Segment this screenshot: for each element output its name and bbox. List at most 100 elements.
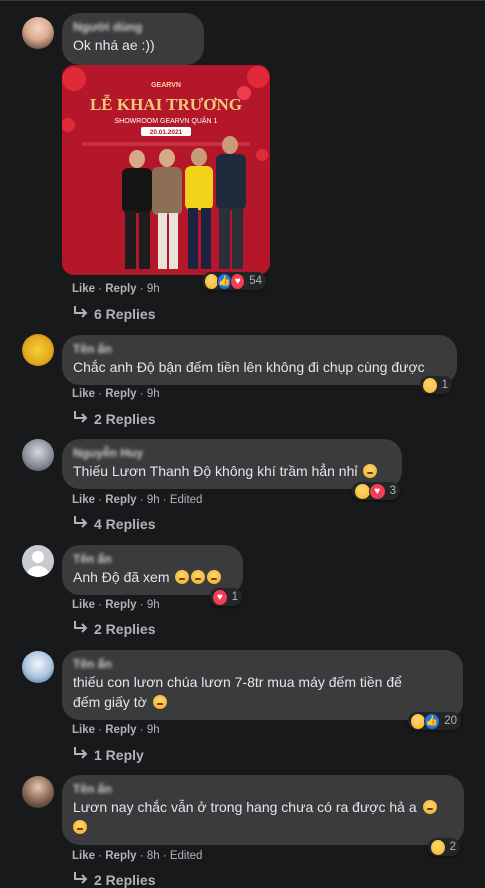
comment-text-line2: đếm giấy tờ — [73, 692, 451, 712]
reply-link[interactable]: Reply — [105, 599, 136, 611]
replies-label: 2 Replies — [94, 621, 156, 637]
like-reaction-icon: 👍 — [424, 712, 441, 730]
reaction-summary[interactable]: 2 — [428, 838, 460, 856]
reply-arrow-icon — [74, 621, 88, 633]
timestamp[interactable]: 9h — [147, 724, 160, 736]
photo-illustration: GEARVN LỄ KHAI TRƯƠNG SHOWROOM GEARVN QU… — [62, 65, 270, 275]
reaction-count: 54 — [249, 275, 262, 287]
commenter-name[interactable]: Nguyễn Huy — [73, 446, 390, 461]
like-link[interactable]: Like — [72, 494, 95, 506]
replies-label: 1 Reply — [94, 747, 144, 763]
like-link[interactable]: Like — [72, 599, 95, 611]
reply-arrow-icon — [74, 411, 88, 423]
comment-text-line1: thiếu con lươn chúa lươn 7-8tr mua máy đ… — [73, 674, 402, 690]
view-replies-link[interactable]: 2 Replies — [72, 620, 155, 637]
tired-face-emoji-icon — [175, 570, 190, 584]
avatar[interactable] — [22, 334, 54, 366]
avatar[interactable] — [22, 776, 54, 808]
edited-label: Edited — [169, 850, 203, 862]
like-link[interactable]: Like — [72, 388, 95, 400]
view-replies-link[interactable]: 6 Replies — [72, 305, 155, 322]
replies-label: 4 Replies — [94, 516, 156, 532]
reaction-count: 20 — [444, 715, 457, 727]
avatar[interactable] — [22, 651, 54, 683]
avatar[interactable] — [22, 545, 54, 577]
commenter-name[interactable]: Người dùng — [73, 20, 192, 35]
photo-subtitle: SHOWROOM GEARVN QUẬN 1 — [115, 116, 218, 125]
timestamp[interactable]: 9h — [147, 388, 160, 400]
photo-brand: GEARVN — [151, 82, 181, 89]
comment-text-line1: Lươn nay chắc vẫn ở trong hang chưa có r… — [73, 797, 452, 817]
divider — [0, 0, 485, 1]
comment-actions: Like · Reply · 9h — [72, 283, 160, 295]
reaction-count: 2 — [449, 841, 456, 853]
view-replies-link[interactable]: 2 Replies — [72, 410, 155, 427]
avatar[interactable] — [22, 17, 54, 49]
reaction-count: 1 — [231, 591, 238, 603]
reply-link[interactable]: Reply — [105, 494, 136, 506]
view-replies-link[interactable]: 1 Reply — [72, 746, 144, 763]
reply-arrow-icon — [74, 872, 88, 884]
replies-label: 2 Replies — [94, 872, 156, 888]
comment-text-line2 — [73, 817, 452, 837]
comment-bubble: Tên ẩn Lươn nay chắc vẫn ở trong hang ch… — [62, 775, 464, 845]
reaction-summary[interactable]: 👍 20 — [408, 712, 461, 730]
rofl-emoji-icon — [363, 464, 378, 478]
like-link[interactable]: Like — [72, 850, 95, 862]
timestamp[interactable]: 9h — [147, 494, 160, 506]
tired-face-emoji-icon — [191, 570, 206, 584]
replies-label: 6 Replies — [94, 306, 156, 322]
comment-text: Anh Độ đã xem — [73, 567, 231, 587]
heart-reaction-icon: ♥ — [212, 588, 228, 606]
reaction-count: 3 — [389, 485, 396, 497]
reply-link[interactable]: Reply — [105, 283, 136, 295]
reply-link[interactable]: Reply — [105, 388, 136, 400]
relieved-emoji-icon — [422, 800, 437, 814]
reply-arrow-icon — [74, 306, 88, 318]
comment-bubble: Tên ẩn thiếu con lươn chúa lươn 7-8tr mu… — [62, 650, 463, 720]
comment-bubble: Người dùng Ok nhá ae :)) — [62, 13, 204, 65]
timestamp[interactable]: 9h — [147, 283, 160, 295]
comment-photo[interactable]: GEARVN LỄ KHAI TRƯƠNG SHOWROOM GEARVN QU… — [62, 65, 270, 275]
comment-actions: Like · Reply · 9h · Edited — [72, 494, 203, 506]
tired-face-emoji-icon — [207, 570, 222, 584]
reply-link[interactable]: Reply — [105, 724, 136, 736]
avatar[interactable] — [22, 439, 54, 471]
comment-text: Ok nhá ae :)) — [73, 37, 155, 53]
reply-arrow-icon — [74, 747, 88, 759]
comment-actions: Like · Reply · 9h — [72, 724, 160, 736]
view-replies-link[interactable]: 4 Replies — [72, 515, 155, 532]
heart-reaction-icon: ♥ — [230, 272, 246, 290]
timestamp[interactable]: 8h — [147, 850, 160, 862]
reaction-summary[interactable]: 1 — [420, 376, 452, 394]
default-avatar-icon — [27, 551, 49, 577]
reaction-summary[interactable]: ♥ 3 — [352, 482, 400, 500]
reply-link[interactable]: Reply — [105, 850, 136, 862]
commenter-name[interactable]: Tên ẩn — [73, 342, 445, 357]
commenter-name[interactable]: Tên ẩn — [73, 782, 452, 797]
comment-actions: Like · Reply · 9h — [72, 599, 160, 611]
commenter-name[interactable]: Tên ẩn — [73, 552, 231, 567]
like-link[interactable]: Like — [72, 724, 95, 736]
comment-actions: Like · Reply · 9h — [72, 388, 160, 400]
like-link[interactable]: Like — [72, 283, 95, 295]
reply-arrow-icon — [74, 516, 88, 528]
photo-banner: LỄ KHAI TRƯƠNG — [90, 95, 242, 114]
reaction-summary[interactable]: 👍 ♥ 54 — [202, 272, 266, 290]
timestamp[interactable]: 9h — [147, 599, 160, 611]
relieved-emoji-icon — [73, 820, 87, 834]
comment-actions: Like · Reply · 8h · Edited — [72, 850, 203, 862]
reaction-count: 1 — [441, 379, 448, 391]
pensive-emoji-icon — [152, 695, 167, 709]
comment-bubble: Tên ẩn Chắc anh Độ bận đếm tiền lên khôn… — [62, 335, 457, 385]
photo-date: 20.01.2021 — [150, 129, 183, 136]
haha-reaction-icon — [422, 376, 438, 394]
edited-label: Edited — [169, 494, 203, 506]
comment-text: Chắc anh Độ bận đếm tiền lên không đi ch… — [73, 359, 425, 375]
comment-text: Thiếu Lươn Thanh Độ không khí trầm hẳn n… — [73, 461, 390, 481]
view-replies-link[interactable]: 2 Replies — [72, 871, 155, 888]
commenter-name[interactable]: Tên ẩn — [73, 657, 451, 672]
comment-bubble: Nguyễn Huy Thiếu Lươn Thanh Độ không khí… — [62, 439, 402, 489]
reaction-summary[interactable]: ♥ 1 — [210, 588, 242, 606]
replies-label: 2 Replies — [94, 411, 156, 427]
